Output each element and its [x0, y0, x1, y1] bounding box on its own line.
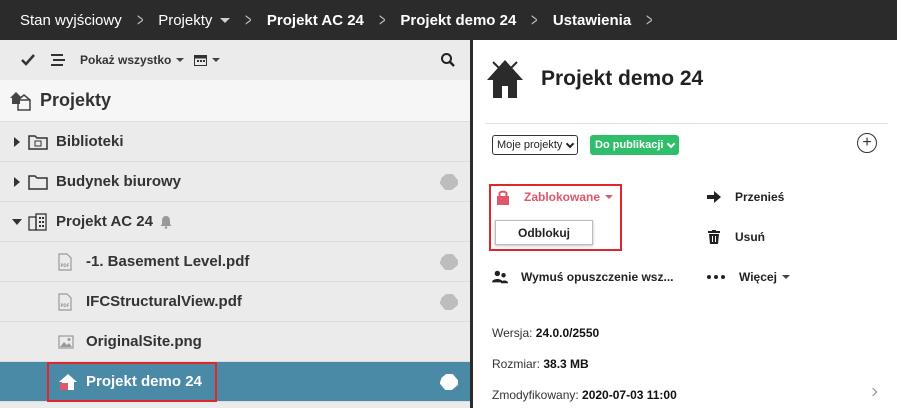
- expand-arrow-icon[interactable]: [6, 136, 28, 147]
- tag-icon[interactable]: [440, 254, 458, 270]
- list-icon[interactable]: [50, 52, 66, 68]
- project-house-icon: [487, 60, 523, 98]
- size-value: 38.3 MB: [543, 357, 589, 371]
- project-tree-panel: Pokaż wszystko Projekty Biblioteki Budyn…: [0, 40, 470, 408]
- tree-row-label: Projekt AC 24: [56, 213, 153, 230]
- more-dropdown[interactable]: Więcej: [706, 269, 790, 285]
- chevron-right-icon: >: [245, 9, 252, 30]
- arrow-right-icon: [706, 189, 722, 205]
- plus-icon: +: [862, 134, 872, 151]
- building-icon: [28, 212, 48, 231]
- users-icon: [492, 269, 508, 285]
- delete-label: Usuń: [735, 230, 765, 244]
- pdf-file-icon: PDF: [58, 252, 78, 271]
- tree-row-basement-pdf[interactable]: PDF -1. Basement Level.pdf: [0, 242, 470, 282]
- tag-icon[interactable]: [440, 374, 458, 390]
- chevron-right-icon: >: [531, 9, 538, 30]
- expand-arrow-icon[interactable]: [6, 176, 28, 187]
- project-filter-value: Moje projekty: [497, 139, 563, 151]
- projects-icon: [10, 91, 31, 111]
- modified-info: Zmodyfikowany: 2020-07-03 11:00: [492, 388, 677, 402]
- calendar-icon: [194, 55, 208, 66]
- search-icon[interactable]: [440, 52, 456, 68]
- chevron-right-icon: >: [646, 9, 653, 30]
- tag-icon[interactable]: [440, 174, 458, 190]
- tree-row-project-ac[interactable]: Projekt AC 24: [0, 202, 470, 242]
- bell-icon[interactable]: [159, 215, 173, 229]
- chevron-down-icon: [667, 139, 676, 148]
- svg-text:PDF: PDF: [61, 303, 70, 308]
- caret-down-icon: [212, 58, 221, 62]
- size-info: Rozmiar: 38.3 MB: [492, 357, 589, 371]
- chevron-right-icon: >: [379, 9, 386, 30]
- breadcrumb-item-project-ac[interactable]: Projekt AC 24: [267, 12, 364, 29]
- version-info: Wersja: 24.0.0/2550: [492, 326, 599, 340]
- calendar-dropdown[interactable]: [194, 54, 221, 66]
- version-value: 24.0.0/2550: [535, 326, 600, 340]
- tree-row-libraries[interactable]: Biblioteki: [0, 122, 470, 162]
- breadcrumb-item-projects[interactable]: Projekty: [158, 12, 212, 29]
- force-exit-label: Wymuś opuszczenie wsz...: [521, 270, 674, 284]
- status-badge[interactable]: Do publikacji: [590, 135, 680, 155]
- chevron-right-icon: >: [136, 9, 144, 30]
- caret-down-icon: [176, 58, 185, 62]
- more-label: Więcej: [739, 270, 777, 284]
- tree-row-label: Biblioteki: [56, 133, 124, 150]
- projects-title: Projekty: [40, 90, 112, 110]
- folder-icon: [28, 173, 48, 191]
- version-label: Wersja:: [492, 326, 536, 340]
- tree-row-office-building[interactable]: Budynek biurowy: [0, 162, 470, 202]
- caret-down-icon[interactable]: [220, 17, 231, 23]
- trash-icon: [706, 229, 722, 245]
- projects-header: Projekty: [0, 80, 470, 122]
- caret-down-icon: [781, 275, 790, 279]
- collapse-arrow-icon[interactable]: [6, 218, 28, 225]
- move-button[interactable]: Przenieś: [706, 189, 784, 205]
- project-filter-select[interactable]: Moje projekty: [492, 135, 579, 155]
- breadcrumb: Stan wyjściowy > Projekty > Projekt AC 2…: [0, 0, 897, 40]
- tree-row-label: -1. Basement Level.pdf: [86, 253, 250, 270]
- checkmark-icon[interactable]: [20, 52, 36, 68]
- ellipsis-icon: [706, 269, 726, 285]
- show-all-label: Pokaż wszystko: [80, 53, 172, 67]
- add-button[interactable]: +: [857, 133, 877, 153]
- tree-row-original-site-png[interactable]: OriginalSite.png: [0, 322, 470, 362]
- pdf-file-icon: PDF: [58, 292, 78, 311]
- divider-line: [485, 123, 888, 124]
- delete-button[interactable]: Usuń: [706, 229, 765, 245]
- unlock-button[interactable]: Odblokuj: [495, 220, 593, 245]
- tree-row-label: Budynek biurowy: [56, 173, 182, 190]
- project-title: Projekt demo 24: [541, 67, 704, 90]
- image-file-icon: [58, 333, 78, 351]
- unlock-label: Odblokuj: [518, 225, 570, 240]
- breadcrumb-item-settings[interactable]: Ustawienia: [553, 12, 631, 29]
- breadcrumb-item-home[interactable]: Stan wyjściowy: [20, 12, 122, 29]
- modified-value: 2020-07-03 11:00: [582, 388, 677, 402]
- breadcrumb-item-project-demo[interactable]: Projekt demo 24: [400, 12, 516, 29]
- tree-row-label: IFCStructuralView.pdf: [86, 293, 242, 310]
- size-label: Rozmiar:: [492, 357, 544, 371]
- move-label: Przenieś: [735, 190, 785, 204]
- show-all-dropdown[interactable]: Pokaż wszystko: [80, 53, 185, 67]
- force-exit-button[interactable]: Wymuś opuszczenie wsz...: [492, 269, 673, 285]
- svg-text:PDF: PDF: [61, 263, 70, 268]
- status-label: Do publikacji: [595, 139, 664, 151]
- project-detail-panel: Projekt demo 24 Moje projekty Do publika…: [473, 40, 897, 408]
- chevron-right-icon[interactable]: [868, 387, 878, 397]
- selection-highlight-box: [47, 362, 217, 402]
- detail-header: Projekt demo 24: [485, 58, 703, 100]
- chevron-down-icon: [566, 139, 575, 148]
- tree-row-label: OriginalSite.png: [86, 333, 202, 350]
- tag-icon[interactable]: [440, 294, 458, 310]
- library-folder-icon: [28, 133, 48, 151]
- tree-row-structural-pdf[interactable]: PDF IFCStructuralView.pdf: [0, 282, 470, 322]
- tree-toolbar: Pokaż wszystko: [0, 40, 470, 80]
- modified-label: Zmodyfikowany:: [492, 388, 583, 402]
